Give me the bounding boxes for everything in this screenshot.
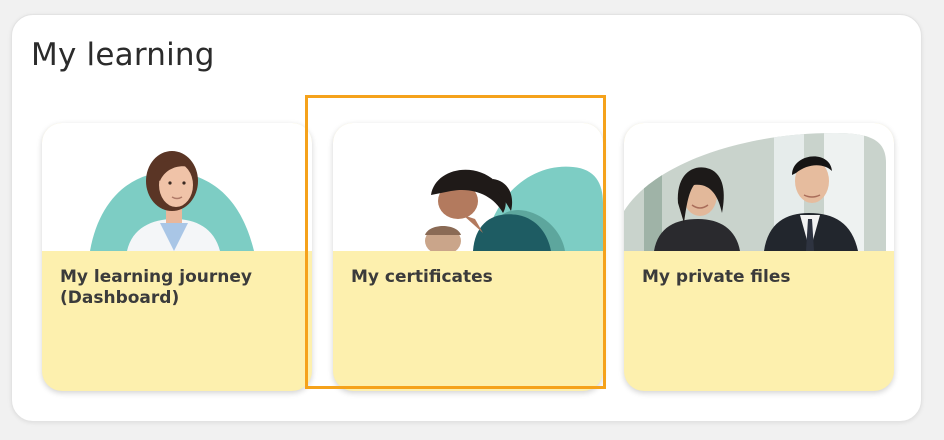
my-learning-panel: My learning My learning journey (Dashboa… bbox=[11, 14, 922, 422]
card-label: My certificates bbox=[351, 267, 493, 287]
business-people-photo bbox=[624, 123, 894, 251]
card-label: My learning journey (Dashboard) bbox=[60, 267, 252, 308]
card-certificates[interactable]: My certificates bbox=[333, 123, 603, 391]
doctor-photo bbox=[42, 123, 312, 251]
page-title: My learning bbox=[31, 37, 215, 73]
card-label: My private files bbox=[642, 267, 791, 287]
card-learning-journey[interactable]: My learning journey (Dashboard) bbox=[42, 123, 312, 391]
card-private-files[interactable]: My private files bbox=[624, 123, 894, 391]
caregiver-photo bbox=[333, 123, 603, 251]
